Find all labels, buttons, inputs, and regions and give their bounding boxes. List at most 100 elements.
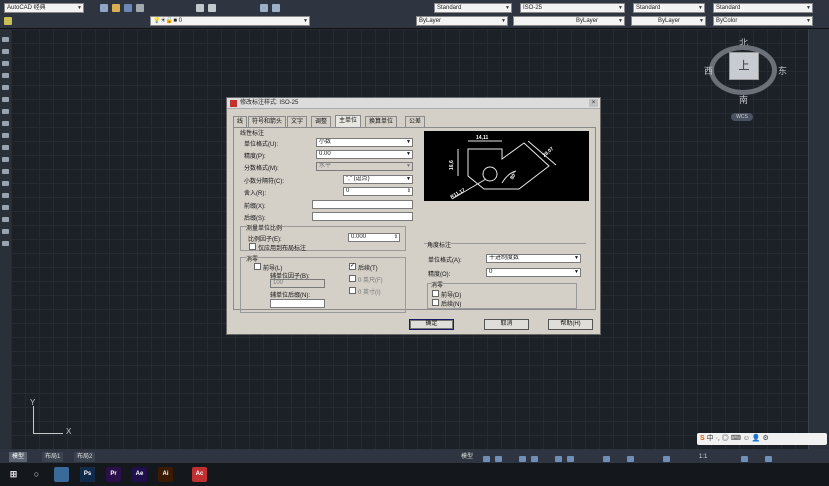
unit-format-select[interactable]: 小数 ▼ bbox=[316, 138, 413, 147]
suffix-input[interactable] bbox=[312, 212, 413, 221]
layer-properties-icon[interactable] bbox=[4, 17, 12, 25]
snap-icon[interactable] bbox=[495, 456, 502, 462]
dialog-titlebar[interactable]: 修改标注样式: ISO-25 × bbox=[227, 98, 600, 109]
customize-icon[interactable] bbox=[765, 456, 772, 462]
viewcube-south[interactable]: 南 bbox=[739, 93, 748, 106]
dim-style-dropdown[interactable]: ISO-25 ▼ bbox=[520, 3, 625, 13]
table-icon[interactable] bbox=[2, 241, 9, 246]
table-style-dropdown[interactable]: Standard ▼ bbox=[633, 3, 705, 13]
zoom-icon[interactable] bbox=[272, 4, 280, 12]
windows-start-icon[interactable]: ⊞ bbox=[6, 467, 21, 482]
lineweight-toggle-icon[interactable] bbox=[603, 456, 610, 462]
sub-unit-factor-input[interactable]: 100 bbox=[270, 279, 325, 288]
taskbar-app-2[interactable]: Ae bbox=[132, 467, 147, 482]
decimal-separator-select[interactable]: "," (逗点) ▼ bbox=[343, 175, 413, 184]
taskview-icon[interactable]: ○ bbox=[29, 467, 44, 482]
feet-checkbox[interactable] bbox=[349, 275, 356, 282]
grid-icon[interactable] bbox=[483, 456, 490, 462]
polyline-icon[interactable] bbox=[2, 61, 9, 66]
ime-toolbar[interactable]: S 中 ·, ◎ ⌨ ☺ 👤 ⚙ bbox=[697, 433, 827, 445]
text-style-dropdown[interactable]: Standard ▼ bbox=[434, 3, 512, 13]
annotation-visibility-icon[interactable] bbox=[663, 456, 670, 462]
tab-layout1[interactable]: 布局1 bbox=[42, 452, 64, 462]
layout-only-checkbox[interactable] bbox=[249, 243, 256, 250]
polar-icon[interactable] bbox=[531, 456, 538, 462]
ortho-icon[interactable] bbox=[519, 456, 526, 462]
tab-text[interactable]: 文字 bbox=[287, 116, 308, 127]
scale-factor-input[interactable]: 0.000 ⇕ bbox=[348, 233, 400, 242]
angular-leading-checkbox[interactable] bbox=[432, 290, 439, 297]
workspace-switch-icon[interactable] bbox=[741, 456, 748, 462]
hatch-icon[interactable] bbox=[2, 205, 9, 210]
vertical-scrollbar[interactable] bbox=[808, 29, 829, 449]
tab-lines[interactable]: 线 bbox=[233, 116, 248, 127]
construction-line-icon[interactable] bbox=[2, 49, 9, 54]
revision-cloud-icon[interactable] bbox=[2, 121, 9, 126]
inches-checkbox[interactable] bbox=[349, 287, 356, 294]
layer-dropdown[interactable]: 💡☀🔓■ 0 ▼ bbox=[150, 16, 310, 26]
gradient-icon[interactable] bbox=[2, 217, 9, 222]
close-button[interactable]: × bbox=[589, 99, 598, 107]
circle-icon[interactable] bbox=[2, 109, 9, 114]
print-icon[interactable] bbox=[136, 4, 144, 12]
prefix-input[interactable] bbox=[312, 200, 413, 209]
spline-icon[interactable] bbox=[2, 133, 9, 138]
plot-style-dropdown[interactable]: ByColor ▼ bbox=[713, 16, 813, 26]
multileader-style-dropdown[interactable]: Standard ▼ bbox=[713, 3, 813, 13]
color-dropdown[interactable]: ByLayer ▼ bbox=[416, 16, 508, 26]
taskbar-app-0[interactable]: Ps bbox=[80, 467, 95, 482]
undo-icon[interactable] bbox=[196, 4, 204, 12]
sub-unit-suffix-input[interactable] bbox=[270, 299, 325, 308]
tab-fit[interactable]: 调整 bbox=[311, 116, 332, 127]
pan-icon[interactable] bbox=[260, 4, 268, 12]
angular-trailing-checkbox[interactable] bbox=[432, 299, 439, 306]
open-file-icon[interactable] bbox=[112, 4, 120, 12]
taskbar-app-1[interactable]: Pr bbox=[106, 467, 121, 482]
selection-cycle-icon[interactable] bbox=[627, 456, 634, 462]
angular-unit-format-select[interactable]: 十进制度数 ▼ bbox=[486, 254, 581, 263]
ellipse-arc-icon[interactable] bbox=[2, 157, 9, 162]
precision-select[interactable]: 0.00 ▼ bbox=[316, 150, 413, 159]
polygon-icon[interactable] bbox=[2, 73, 9, 78]
help-button[interactable]: 帮助(H) bbox=[548, 319, 593, 330]
taskbar-app-4[interactable]: Ac bbox=[192, 467, 207, 482]
lineweight-dropdown[interactable]: ByLayer ▼ bbox=[631, 16, 706, 26]
tab-layout2[interactable]: 布局2 bbox=[74, 452, 96, 462]
viewcube-face[interactable]: 上 bbox=[729, 52, 759, 80]
point-icon[interactable] bbox=[2, 193, 9, 198]
cancel-button[interactable]: 取消 bbox=[484, 319, 529, 330]
workspace-dropdown[interactable]: AutoCAD 经典 ▼ bbox=[4, 3, 84, 13]
tab-model[interactable]: 模型 bbox=[9, 452, 28, 462]
angular-precision-select[interactable]: 0 ▼ bbox=[486, 268, 581, 277]
fraction-format-select[interactable]: 水平 ▼ bbox=[316, 162, 413, 171]
new-file-icon[interactable] bbox=[100, 4, 108, 12]
ellipse-icon[interactable] bbox=[2, 145, 9, 150]
tab-symbols-arrows[interactable]: 符号和箭头 bbox=[248, 116, 287, 127]
viewcube-west[interactable]: 西 bbox=[704, 64, 713, 77]
round-off-input[interactable]: 0 ⇕ bbox=[343, 187, 413, 196]
tab-tolerances[interactable]: 公差 bbox=[405, 116, 426, 127]
tab-alternate-units[interactable]: 换算单位 bbox=[365, 116, 398, 127]
make-block-icon[interactable] bbox=[2, 181, 9, 186]
autocad-icon bbox=[230, 100, 237, 107]
osnap-icon[interactable] bbox=[555, 456, 562, 462]
ok-button[interactable]: 确定 bbox=[409, 319, 454, 330]
linetype-dropdown[interactable]: ByLayer ▼ bbox=[513, 16, 625, 26]
leading-checkbox[interactable] bbox=[254, 263, 261, 270]
arc-icon[interactable] bbox=[2, 97, 9, 102]
browser-icon[interactable] bbox=[54, 467, 69, 482]
trailing-checkbox[interactable]: ✓ bbox=[349, 263, 356, 270]
save-icon[interactable] bbox=[124, 4, 132, 12]
redo-icon[interactable] bbox=[208, 4, 216, 12]
otrack-icon[interactable] bbox=[567, 456, 574, 462]
line-icon[interactable] bbox=[2, 37, 9, 42]
rectangle-icon[interactable] bbox=[2, 85, 9, 90]
viewcube-east[interactable]: 东 bbox=[778, 64, 787, 77]
model-space-toggle[interactable]: 模型 bbox=[458, 452, 476, 462]
insert-block-icon[interactable] bbox=[2, 169, 9, 174]
annotation-scale[interactable]: 1:1 bbox=[696, 452, 710, 462]
taskbar-app-3[interactable]: Ai bbox=[158, 467, 173, 482]
region-icon[interactable] bbox=[2, 229, 9, 234]
wcs-menu[interactable]: WCS bbox=[731, 113, 753, 121]
layout-only-label: 仅应用到布局标注 bbox=[258, 246, 307, 252]
